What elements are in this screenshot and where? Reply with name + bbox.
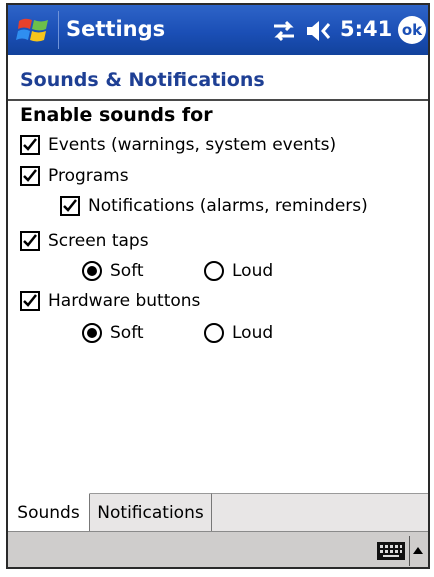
screen-taps-soft-label: Soft <box>110 261 144 281</box>
screen-taps-soft-option[interactable]: Soft <box>82 261 144 281</box>
section-label: Enable sounds for <box>20 104 213 126</box>
programs-label: Programs <box>48 166 129 186</box>
screen-taps-loud-option[interactable]: Loud <box>204 261 273 281</box>
checkmark-icon <box>23 169 37 182</box>
hardware-buttons-checkbox-row[interactable]: Hardware buttons <box>20 291 200 311</box>
notifications-checkbox-row[interactable]: Notifications (alarms, reminders) <box>60 196 368 216</box>
radio-selected-dot <box>87 266 97 276</box>
menu-bar-separator <box>409 536 410 566</box>
speaker-volume-icon[interactable] <box>305 19 335 43</box>
tab-bar: Sounds Notifications <box>8 493 428 532</box>
clock[interactable]: 5:41 <box>340 17 392 41</box>
tab-sounds[interactable]: Sounds <box>8 493 90 531</box>
hardware-buttons-soft-label: Soft <box>110 323 144 343</box>
hardware-buttons-soft-radio[interactable] <box>82 323 102 343</box>
keyboard-icon[interactable] <box>376 539 406 563</box>
screen-taps-loud-label: Loud <box>232 261 274 281</box>
events-checkbox-row[interactable]: Events (warnings, system events) <box>20 135 336 155</box>
heading-divider <box>8 99 428 101</box>
events-checkbox[interactable] <box>20 135 40 155</box>
input-menu-arrow-icon[interactable] <box>412 544 424 556</box>
hardware-buttons-loud-option[interactable]: Loud <box>204 323 273 343</box>
pocketpc-screen: Settings 5:41 ok Sounds & Notifications … <box>6 3 430 569</box>
hardware-buttons-loud-label: Loud <box>232 323 274 343</box>
programs-checkbox[interactable] <box>20 166 40 186</box>
checkmark-icon <box>23 294 37 307</box>
screen-taps-soft-radio[interactable] <box>82 261 102 281</box>
hardware-buttons-loud-radio[interactable] <box>204 323 224 343</box>
events-label: Events (warnings, system events) <box>48 135 337 155</box>
title-separator <box>58 11 59 49</box>
page-title: Sounds & Notifications <box>20 69 265 91</box>
screen-taps-checkbox[interactable] <box>20 231 40 251</box>
tab-notifications[interactable]: Notifications <box>90 493 212 531</box>
screen-taps-loud-radio[interactable] <box>204 261 224 281</box>
hardware-buttons-label: Hardware buttons <box>48 291 201 311</box>
radio-selected-dot <box>87 328 97 338</box>
checkmark-icon <box>23 234 37 247</box>
hardware-buttons-soft-option[interactable]: Soft <box>82 323 144 343</box>
programs-checkbox-row[interactable]: Programs <box>20 166 129 186</box>
screen-taps-label: Screen taps <box>48 231 149 251</box>
screen-taps-checkbox-row[interactable]: Screen taps <box>20 231 149 251</box>
title-bar: Settings 5:41 ok <box>8 5 428 55</box>
notifications-label: Notifications (alarms, reminders) <box>88 196 368 216</box>
app-title[interactable]: Settings <box>66 17 165 41</box>
connectivity-icon[interactable] <box>270 20 298 42</box>
windows-start-icon[interactable] <box>16 12 52 48</box>
hardware-buttons-checkbox[interactable] <box>20 291 40 311</box>
ok-button[interactable]: ok <box>398 16 426 44</box>
menu-bar <box>8 531 428 567</box>
notifications-checkbox[interactable] <box>60 196 80 216</box>
checkmark-icon <box>63 199 77 212</box>
checkmark-icon <box>23 138 37 151</box>
